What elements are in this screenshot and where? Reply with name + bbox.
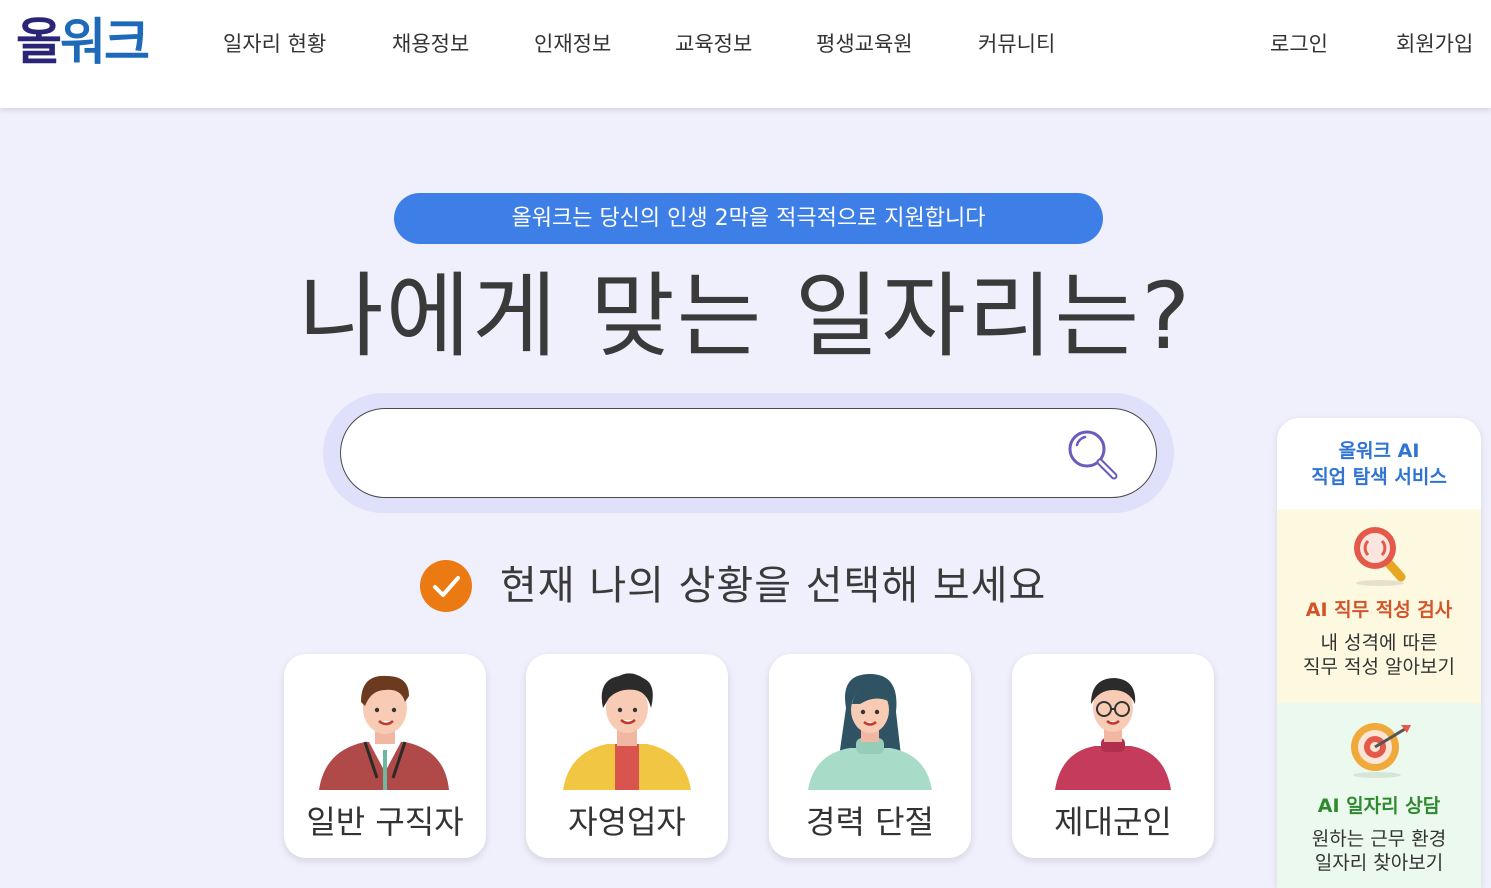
search-bar (340, 408, 1157, 498)
card-general-jobseeker[interactable]: 일반 구직자 (284, 654, 486, 858)
nav-education[interactable]: 교육정보 (675, 30, 752, 58)
situation-prompt: 현재 나의 상황을 선택해 보세요 (500, 563, 1047, 609)
self-employed-avatar-icon (563, 673, 691, 790)
career-break-avatar-icon (808, 674, 932, 790)
ai-service-panel: 올워크 AI 직업 탐색 서비스 AI 직무 적성 검사 내 성격에 따른 직무… (1277, 418, 1481, 888)
ai-job-counseling-button[interactable]: AI 일자리 상담 원하는 근무 환경 일자리 찾아보기 (1277, 703, 1481, 888)
counsel-desc-1: 원하는 근무 환경 (1311, 828, 1447, 850)
signup-link[interactable]: 회원가입 (1396, 30, 1473, 58)
nav-job-status[interactable]: 일자리 현황 (223, 30, 326, 58)
panel-title-line1: 올워크 AI (1338, 440, 1420, 462)
logo-part2: 워크 (60, 13, 150, 71)
aptitude-title: AI 직무 적성 검사 (1305, 599, 1453, 621)
nav-lifelong-education[interactable]: 평생교육원 (816, 30, 913, 58)
card-label: 자영업자 (568, 803, 686, 841)
search-input[interactable] (371, 429, 1051, 479)
search-icon[interactable] (1063, 425, 1121, 483)
magnifier-icon (1354, 527, 1406, 586)
panel-title-line2: 직업 탐색 서비스 (1311, 466, 1447, 488)
nav-community[interactable]: 커뮤니티 (978, 30, 1055, 58)
ai-aptitude-test-button[interactable]: AI 직무 적성 검사 내 성격에 따른 직무 적성 알아보기 (1277, 509, 1481, 703)
jobseeker-avatar-icon (319, 675, 449, 790)
card-label: 경력 단절 (806, 803, 934, 841)
aptitude-desc-2: 직무 적성 알아보기 (1303, 656, 1455, 678)
aptitude-desc-1: 내 성격에 따른 (1320, 632, 1438, 654)
slogan-banner: 올워크는 당신의 인생 2막을 적극적으로 지원합니다 (394, 193, 1103, 244)
card-self-employed[interactable]: 자영업자 (526, 654, 728, 858)
counsel-desc-2: 일자리 찾아보기 (1314, 852, 1444, 874)
nav-recruitment[interactable]: 채용정보 (392, 30, 469, 58)
card-label: 일반 구직자 (306, 803, 464, 841)
nav-talent[interactable]: 인재정보 (534, 30, 611, 58)
card-career-break[interactable]: 경력 단절 (769, 654, 971, 858)
login-link[interactable]: 로그인 (1270, 30, 1328, 58)
card-label: 제대군인 (1054, 803, 1172, 841)
panel-title: 올워크 AI 직업 탐색 서비스 (1277, 438, 1481, 490)
logo[interactable]: 올워크 (16, 12, 150, 72)
logo-part1: 올 (16, 13, 62, 71)
veteran-avatar-icon (1055, 678, 1171, 790)
counsel-title: AI 일자리 상담 (1317, 795, 1441, 817)
page-headline: 나에게 맞는 일자리는? (298, 263, 1193, 370)
card-veteran[interactable]: 제대군인 (1012, 654, 1214, 858)
target-icon (1351, 723, 1411, 778)
checkmark-icon (420, 560, 472, 612)
site-header: 올워크 일자리 현황 채용정보 인재정보 교육정보 평생교육원 커뮤니티 로그인… (0, 0, 1491, 108)
